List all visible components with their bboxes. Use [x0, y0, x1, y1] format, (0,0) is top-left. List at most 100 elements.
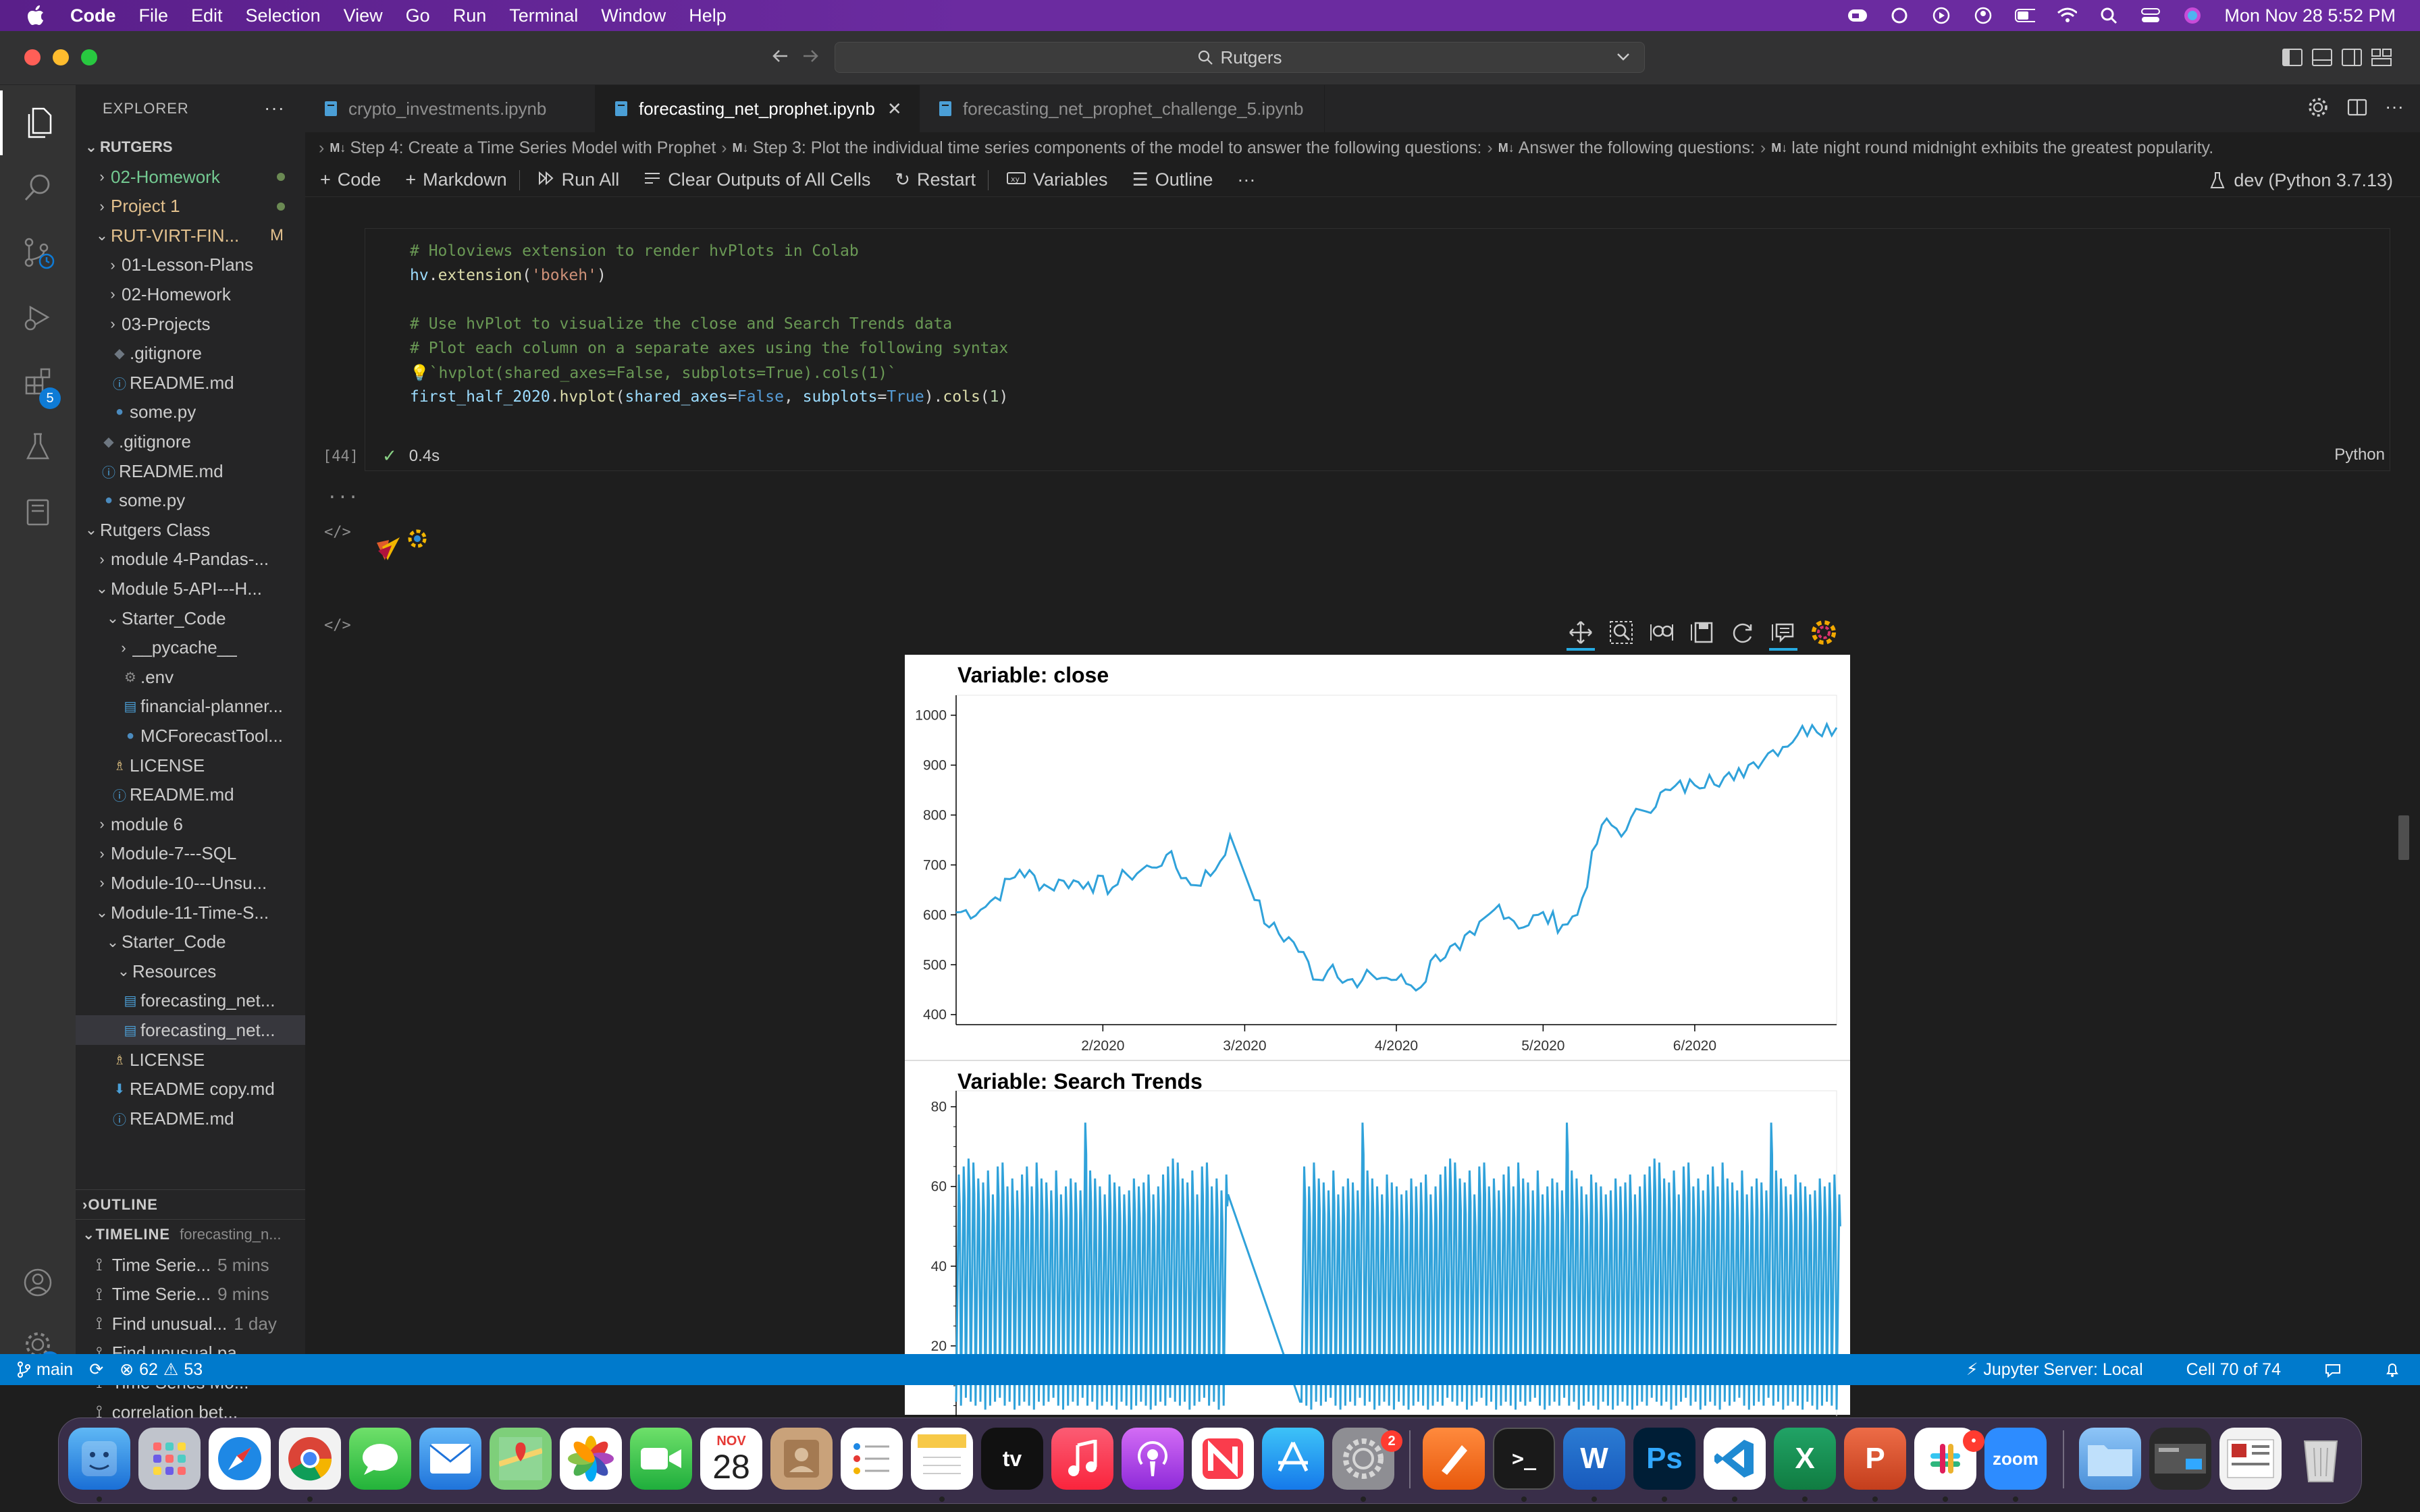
menu-terminal[interactable]: Terminal [509, 5, 578, 26]
folder-item[interactable]: › Project 1 [76, 192, 305, 221]
menu-edit[interactable]: Edit [191, 5, 223, 26]
folder-item[interactable]: › module 6 [76, 809, 305, 839]
folder-item[interactable]: › __pycache__ [76, 633, 305, 663]
photoshop-icon[interactable]: Ps [1633, 1428, 1695, 1490]
breadcrumb-item-step4[interactable]: Step 4: Create a Time Series Model with … [350, 138, 716, 158]
file-item[interactable]: ♗ LICENSE [76, 751, 305, 780]
testing-activity-icon[interactable] [0, 414, 76, 479]
menu-run[interactable]: Run [453, 5, 487, 26]
apple-tv-icon[interactable]: tv [981, 1428, 1043, 1490]
tab-forecasting-net-prophet-challenge[interactable]: forecasting_net_prophet_challenge_5.ipyn… [920, 85, 1325, 132]
tab-forecasting-net-prophet[interactable]: forecasting_net_prophet.ipynb ✕ [596, 85, 920, 132]
jupyter-activity-icon[interactable] [0, 479, 76, 544]
folder-item[interactable]: › 02-Homework [76, 162, 305, 192]
run-all-button[interactable]: Run All [537, 169, 619, 190]
toggle-panel-icon[interactable] [2311, 46, 2334, 69]
customize-layout-icon[interactable] [2370, 46, 2393, 69]
file-item[interactable]: ● some.py [76, 486, 305, 516]
search-activity-icon[interactable] [0, 155, 76, 220]
file-item[interactable]: ⓘ README.md [76, 780, 305, 810]
problems-status[interactable]: ⊗ 62 ⚠ 53 [120, 1359, 203, 1380]
timeline-item[interactable]: ⟟ Time Serie... 9 mins [76, 1280, 305, 1310]
wifi-icon[interactable] [2057, 7, 2078, 24]
sync-status[interactable]: ⟳ [89, 1359, 103, 1380]
menu-selection[interactable]: Selection [246, 5, 321, 26]
close-price-plot[interactable]: Variable: close 400 500 600 700 800 900 1000 2/… [905, 655, 1850, 1060]
more-actions-icon[interactable]: ··· [264, 97, 285, 119]
terminal-icon[interactable]: >_ [1493, 1428, 1555, 1490]
file-item[interactable]: ⓘ README.md [76, 1104, 305, 1133]
mail-icon[interactable] [419, 1428, 481, 1490]
folder-item[interactable]: ⌄ Starter_Code [76, 603, 305, 633]
maps-icon[interactable] [490, 1428, 552, 1490]
vscode-icon[interactable] [1704, 1428, 1766, 1490]
contacts-icon[interactable] [770, 1428, 833, 1490]
workspace-root[interactable]: ⌄ RUTGERS [76, 132, 305, 162]
spotlight-search-icon[interactable] [2099, 7, 2119, 24]
folder-item[interactable]: › 02-Homework [76, 279, 305, 309]
restart-kernel-button[interactable]: ↻ Restart [895, 169, 976, 190]
file-item[interactable]: ● MCForecastTool... [76, 721, 305, 751]
output-code-icon[interactable]: </> [324, 524, 351, 541]
outline-section-header[interactable]: › OUTLINE [76, 1189, 305, 1219]
photos-icon[interactable] [560, 1428, 622, 1490]
save-tool-icon[interactable] [1688, 618, 1716, 647]
menubar-datetime[interactable]: Mon Nov 28 5:52 PM [2224, 5, 2396, 26]
toggle-primary-sidebar-icon[interactable] [2281, 46, 2304, 69]
recent-document-icon[interactable] [2219, 1428, 2282, 1490]
chrome-icon[interactable] [279, 1428, 341, 1490]
timeline-section-header[interactable]: ⌄ TIMELINE forecasting_n... [76, 1219, 305, 1249]
jupyter-server-status[interactable]: ⚡ Jupyter Server: Local [1966, 1359, 2143, 1380]
folder-item[interactable]: › module 4-Pandas-... [76, 545, 305, 574]
zoom-icon[interactable]: zoom [1984, 1428, 2047, 1490]
box-zoom-tool-icon[interactable] [1607, 618, 1635, 647]
timeline-item[interactable]: ⟟ Find unusual... 1 day [76, 1309, 305, 1339]
play-status-icon[interactable] [1931, 7, 1951, 24]
cell-language[interactable]: Python [2334, 446, 2385, 464]
notes-icon[interactable] [911, 1428, 973, 1490]
file-item[interactable]: ▤ financial-planner... [76, 692, 305, 722]
accounts-icon[interactable] [0, 1250, 76, 1315]
hover-tool-icon[interactable] [1769, 618, 1797, 651]
close-window-button[interactable] [24, 49, 41, 65]
recent-screenshot-icon[interactable] [2149, 1428, 2211, 1490]
folder-item[interactable]: ⌄ RUT-VIRT-FIN... M [76, 221, 305, 250]
zoom-window-button[interactable] [81, 49, 97, 65]
slack-icon[interactable]: • [1914, 1428, 1984, 1490]
code-cell[interactable]: # Holoviews extension to render hvPlots … [365, 228, 2390, 471]
user-status-icon[interactable] [1973, 7, 1993, 24]
split-editor-icon[interactable] [2346, 96, 2369, 122]
app-store-icon[interactable] [1262, 1428, 1324, 1490]
facetime-icon[interactable] [630, 1428, 692, 1490]
podcasts-icon[interactable] [1122, 1428, 1184, 1490]
breadcrumb-item-late-night[interactable]: late night round midnight exhibits the g… [1791, 138, 2213, 158]
siri-icon[interactable] [2182, 7, 2203, 24]
finder-icon[interactable] [68, 1428, 130, 1490]
excel-icon[interactable]: X [1774, 1428, 1836, 1490]
pen-tool-app-icon[interactable] [1423, 1428, 1485, 1490]
git-branch-status[interactable]: main [16, 1360, 73, 1380]
menu-window[interactable]: Window [601, 5, 666, 26]
file-item[interactable]: ▤ forecasting_net... [76, 986, 305, 1016]
minimize-window-button[interactable] [53, 49, 69, 65]
file-item[interactable]: ♗ LICENSE [76, 1045, 305, 1075]
battery-icon[interactable] [2015, 7, 2036, 24]
news-icon[interactable] [1192, 1428, 1254, 1490]
notifications-bell-icon[interactable] [2385, 1361, 2400, 1378]
folder-item[interactable]: ⌄ Module 5-API---H... [76, 574, 305, 603]
editor-more-actions-icon[interactable]: ··· [2385, 96, 2404, 122]
file-item[interactable]: ◆ .gitignore [76, 427, 305, 456]
notebook-settings-gear-icon[interactable] [2307, 96, 2330, 122]
control-center-icon[interactable] [2140, 7, 2161, 24]
file-item[interactable]: ⚙ .env [76, 662, 305, 692]
zoom-status-icon[interactable] [1847, 7, 1868, 24]
reminders-icon[interactable] [841, 1428, 903, 1490]
add-code-cell-button[interactable]: + Code [320, 169, 381, 190]
file-item[interactable]: ⓘ README.md [76, 456, 305, 486]
bokeh-logo-icon[interactable] [1810, 618, 1838, 647]
outline-button[interactable]: ☰ Outline [1132, 169, 1213, 190]
folder-item[interactable]: › Module-10---Unsu... [76, 868, 305, 898]
menu-view[interactable]: View [344, 5, 383, 26]
pan-tool-icon[interactable] [1567, 618, 1595, 651]
reset-tool-icon[interactable] [1729, 618, 1757, 647]
